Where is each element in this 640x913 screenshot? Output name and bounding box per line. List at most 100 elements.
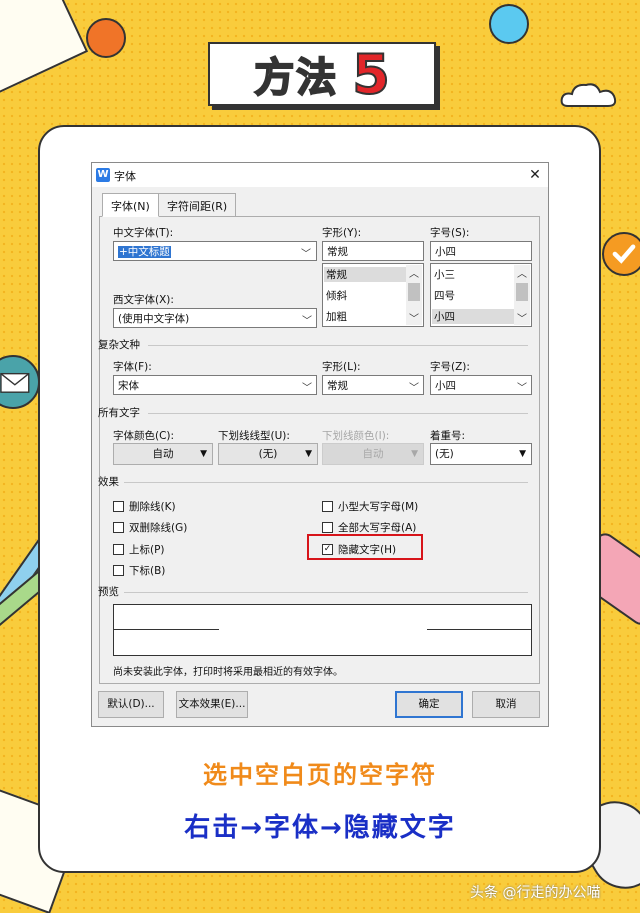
list-item[interactable]: 小四 bbox=[432, 309, 516, 324]
mail-icon bbox=[0, 355, 40, 409]
scrollbar[interactable]: ︿ ﹀ bbox=[406, 265, 422, 325]
complex-style-combo[interactable]: 常规 ﹀ bbox=[322, 375, 424, 395]
default-button[interactable]: 默认(D)... bbox=[98, 691, 164, 718]
divider bbox=[124, 592, 528, 593]
size-input[interactable]: 小四 bbox=[430, 241, 532, 261]
underline-color-dropdown: 自动 ▼ bbox=[322, 443, 424, 465]
text-effects-button[interactable]: 文本效果(E)... bbox=[176, 691, 248, 718]
scroll-thumb[interactable] bbox=[408, 283, 420, 301]
preview-group-label: 预览 bbox=[98, 586, 119, 598]
west-font-label: 西文字体(X): bbox=[113, 294, 174, 306]
preview-line bbox=[427, 629, 532, 630]
divider bbox=[124, 482, 528, 483]
complex-style-value: 常规 bbox=[327, 380, 348, 392]
emphasis-value: (无) bbox=[435, 448, 454, 460]
underline-type-value: (无) bbox=[258, 448, 278, 460]
checkbox-box[interactable] bbox=[322, 522, 333, 533]
size-list[interactable]: 小三 四号 小四 ︿ ﹀ bbox=[430, 263, 532, 327]
dropdown-arrow-icon: ▼ bbox=[519, 449, 526, 459]
underline-type-label: 下划线线型(U): bbox=[218, 430, 290, 442]
checkbox-box[interactable] bbox=[113, 565, 124, 576]
dropdown-arrow-icon: ▼ bbox=[411, 449, 418, 459]
all-caps-checkbox[interactable]: 全部大写字母(A) bbox=[322, 520, 416, 535]
strikethrough-label: 删除线(K) bbox=[129, 501, 176, 513]
banner-number: 5 bbox=[351, 42, 391, 107]
chevron-down-icon: ﹀ bbox=[302, 316, 312, 327]
lightbulb-icon bbox=[489, 4, 529, 44]
double-strike-label: 双删除线(G) bbox=[129, 522, 188, 534]
lightbulb-icon bbox=[86, 18, 126, 58]
dropdown-arrow-icon: ▼ bbox=[305, 449, 312, 459]
underline-color-value: 自动 bbox=[362, 448, 384, 460]
checkbox-box[interactable] bbox=[322, 501, 333, 512]
font-color-dropdown[interactable]: 自动 ▼ bbox=[113, 443, 213, 465]
ok-button[interactable]: 确定 bbox=[395, 691, 463, 718]
list-item[interactable]: 四号 bbox=[434, 288, 455, 303]
subscript-checkbox[interactable]: 下标(B) bbox=[113, 563, 165, 578]
dialog-title: 字体 bbox=[114, 170, 136, 183]
complex-font-value: 宋体 bbox=[118, 380, 139, 392]
complex-font-combo[interactable]: 宋体 ﹀ bbox=[113, 375, 317, 395]
list-item[interactable]: 小三 bbox=[434, 267, 455, 282]
preview-box bbox=[113, 604, 532, 656]
superscript-label: 上标(P) bbox=[129, 544, 165, 556]
scroll-thumb[interactable] bbox=[516, 283, 528, 301]
list-item[interactable]: 倾斜 bbox=[326, 288, 347, 303]
complex-size-combo[interactable]: 小四 ﹀ bbox=[430, 375, 532, 395]
caption-line-1: 选中空白页的空字符 bbox=[203, 761, 437, 789]
cancel-button[interactable]: 取消 bbox=[472, 691, 540, 718]
superscript-checkbox[interactable]: 上标(P) bbox=[113, 542, 165, 557]
scroll-down-icon[interactable]: ﹀ bbox=[517, 310, 527, 325]
style-input[interactable]: 常规 bbox=[322, 241, 424, 261]
underline-color-label: 下划线颜色(I): bbox=[322, 430, 390, 442]
checkmark-icon bbox=[602, 232, 640, 276]
underline-type-dropdown[interactable]: (无) ▼ bbox=[218, 443, 318, 465]
preview-line bbox=[114, 629, 219, 630]
font-color-label: 字体颜色(C): bbox=[113, 430, 175, 442]
cn-font-value: +中文标题 bbox=[118, 246, 171, 258]
complex-size-label: 字号(Z): bbox=[430, 361, 470, 373]
west-font-value: (使用中文字体) bbox=[118, 313, 190, 325]
complex-font-label: 字体(F): bbox=[113, 361, 152, 373]
tab-panel-font: 中文字体(T): 字形(Y): 字号(S): +中文标题 ﹀ 常规 常规 倾斜 … bbox=[98, 216, 540, 684]
dialog-titlebar: W 字体 ✕ bbox=[92, 163, 548, 187]
small-caps-label: 小型大写字母(M) bbox=[338, 501, 419, 513]
scroll-up-icon[interactable]: ︿ bbox=[409, 265, 419, 280]
style-label: 字形(Y): bbox=[322, 227, 362, 239]
complex-size-value: 小四 bbox=[435, 380, 456, 392]
list-item[interactable]: 常规 bbox=[324, 267, 408, 282]
list-item[interactable]: 加粗 bbox=[326, 309, 347, 324]
subscript-label: 下标(B) bbox=[129, 565, 166, 577]
double-strike-checkbox[interactable]: 双删除线(G) bbox=[113, 520, 187, 535]
cloud-icon bbox=[560, 83, 617, 107]
tab-character-spacing[interactable]: 字符间距(R) bbox=[158, 193, 237, 216]
close-icon[interactable]: ✕ bbox=[526, 165, 544, 185]
emphasis-dropdown[interactable]: (无) ▼ bbox=[430, 443, 532, 465]
checkbox-box[interactable] bbox=[113, 522, 124, 533]
caption-line-2: 右击→字体→隐藏文字 bbox=[184, 813, 456, 843]
style-list[interactable]: 常规 倾斜 加粗 ︿ ﹀ bbox=[322, 263, 424, 327]
strikethrough-checkbox[interactable]: 删除线(K) bbox=[113, 499, 176, 514]
tab-font[interactable]: 字体(N) bbox=[102, 193, 159, 217]
scrollbar[interactable]: ︿ ﹀ bbox=[514, 265, 530, 325]
chevron-down-icon: ﹀ bbox=[409, 383, 419, 394]
wps-app-icon: W bbox=[96, 168, 110, 182]
cn-font-combo[interactable]: +中文标题 ﹀ bbox=[113, 241, 317, 261]
banner-title: 方法 bbox=[253, 54, 339, 102]
checkbox-box[interactable] bbox=[113, 544, 124, 555]
small-caps-checkbox[interactable]: 小型大写字母(M) bbox=[322, 499, 418, 514]
scroll-down-icon[interactable]: ﹀ bbox=[409, 310, 419, 325]
dropdown-arrow-icon: ▼ bbox=[200, 449, 207, 459]
scroll-up-icon[interactable]: ︿ bbox=[517, 265, 527, 280]
emphasis-label: 着重号: bbox=[430, 430, 466, 442]
west-font-combo[interactable]: (使用中文字体) ﹀ bbox=[113, 308, 317, 328]
checkbox-box[interactable] bbox=[113, 501, 124, 512]
chevron-down-icon: ﹀ bbox=[301, 249, 311, 260]
font-dialog: W 字体 ✕ 字体(N) 字符间距(R) 中文字体(T): 字形(Y): 字号(… bbox=[91, 162, 549, 727]
chevron-down-icon: ﹀ bbox=[517, 383, 527, 394]
preview-note: 尚未安装此字体，打印时将采用最相近的有效字体。 bbox=[113, 667, 343, 678]
effects-group-label: 效果 bbox=[98, 476, 119, 488]
all-caps-label: 全部大写字母(A) bbox=[338, 522, 417, 534]
divider bbox=[148, 413, 528, 414]
chevron-down-icon: ﹀ bbox=[302, 383, 312, 394]
